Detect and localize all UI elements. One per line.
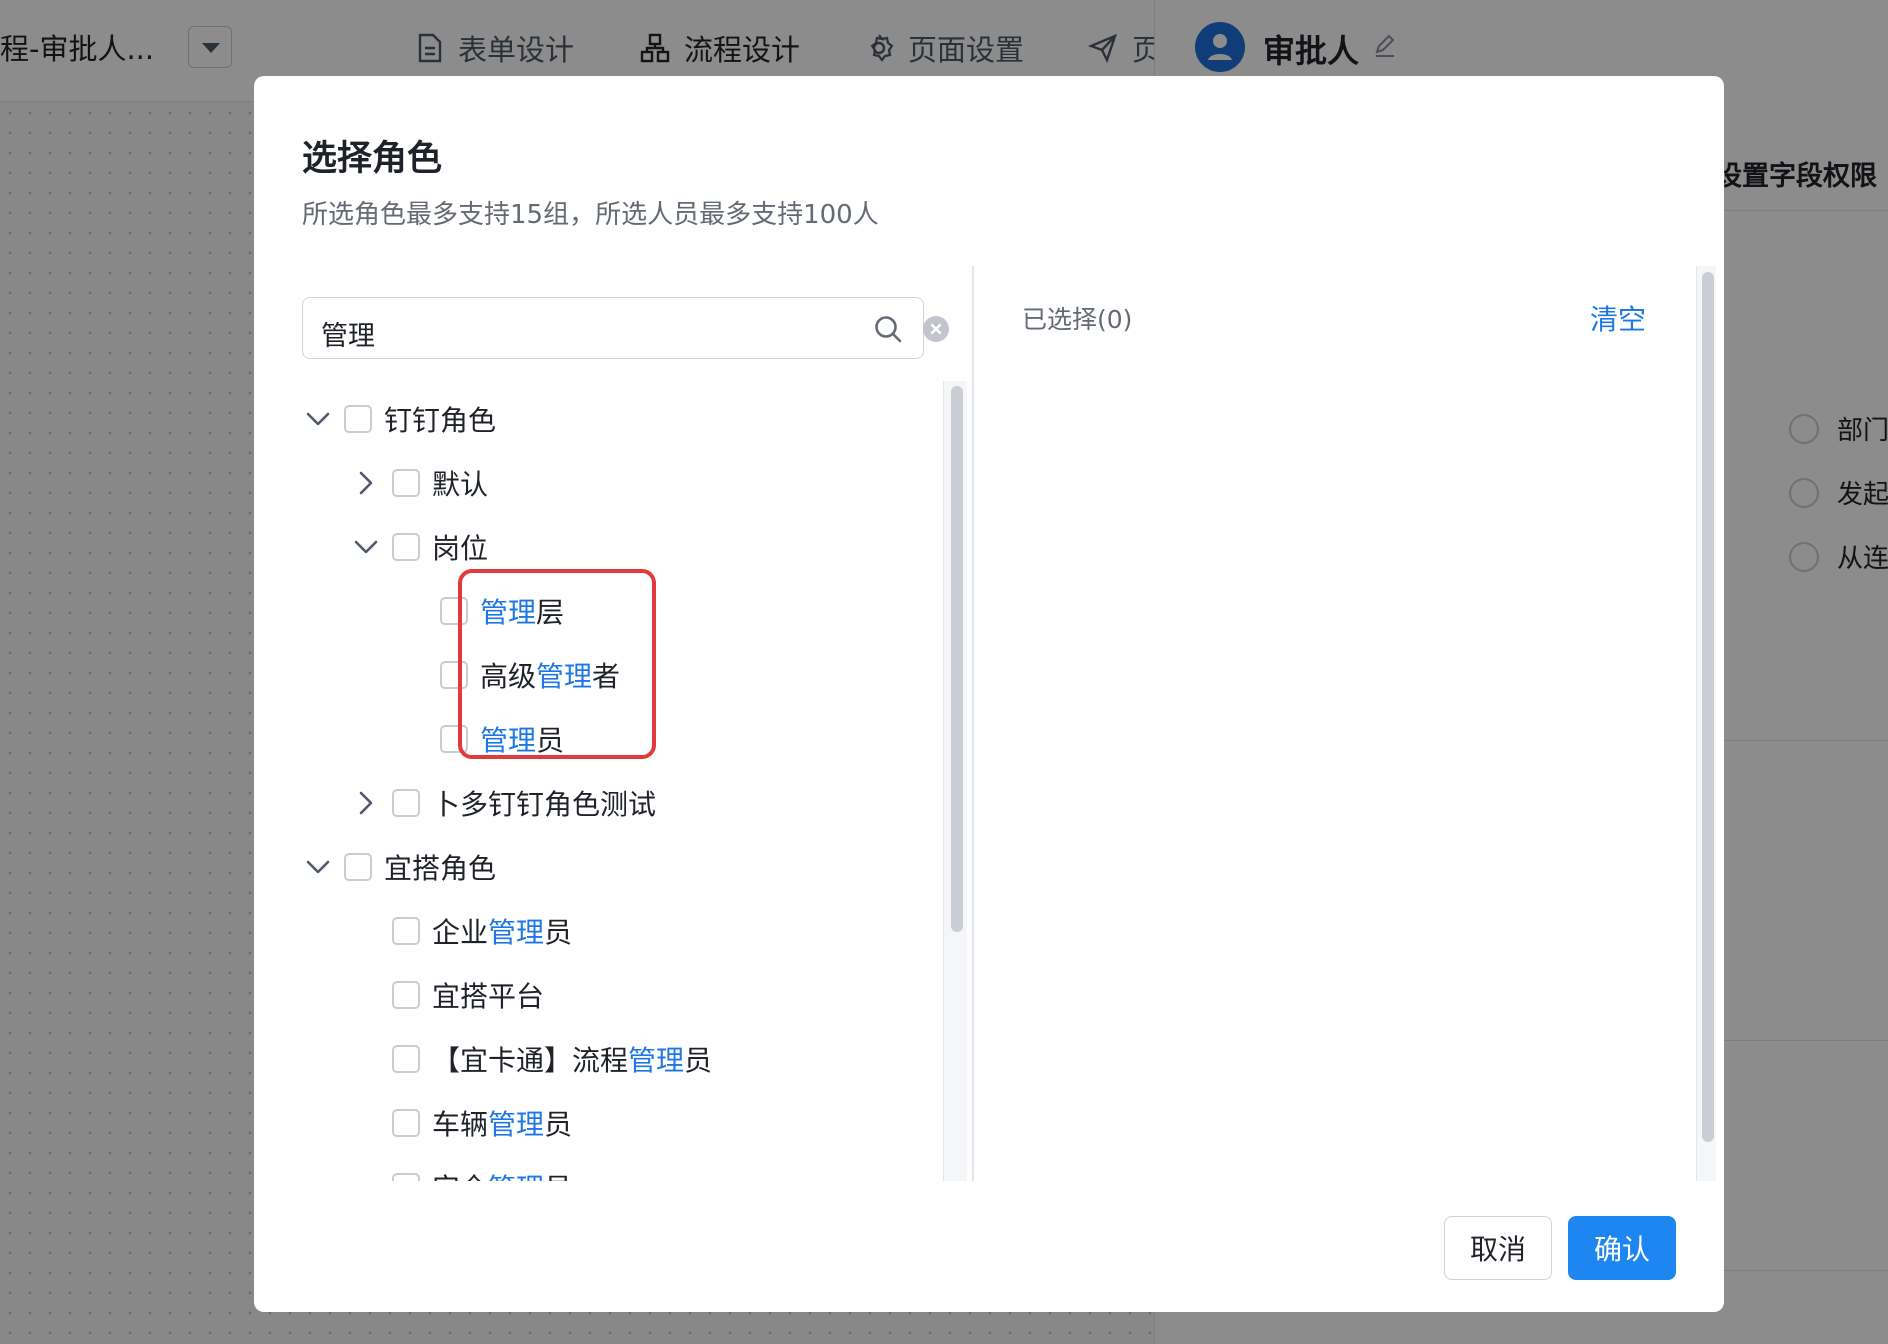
role-tree[interactable]: 钉钉角色 默认 岗位 管理层 高级管理者 管理员 卜多钉钉角色测试 宜搭角色 企业管理员 宜搭平台…: [302, 381, 982, 1181]
tree-node-checkbox[interactable]: [392, 469, 420, 497]
tree-node[interactable]: 默认: [350, 459, 488, 507]
panel-divider: [972, 266, 974, 1181]
tree-node-label: 钉钉角色: [384, 399, 496, 439]
search-icon[interactable]: [873, 314, 903, 344]
annotation-highlight-box: [458, 569, 656, 759]
tree-node-label: 【宜卡通】流程管理员: [432, 1039, 712, 1079]
search-match-text: 管理: [488, 916, 545, 949]
tree-node-checkbox[interactable]: [392, 789, 420, 817]
tree-node-checkbox[interactable]: [392, 981, 420, 1009]
chevron-right-icon[interactable]: [350, 787, 382, 819]
tree-node-label: 卜多钉钉角色测试: [432, 783, 656, 823]
label-text: 岗位: [432, 532, 489, 565]
label-text: 员: [684, 1044, 713, 1077]
tree-node-label: 宜搭平台: [432, 975, 544, 1015]
label-text: 默认: [432, 468, 489, 501]
dialog-subtitle: 所选角色最多支持15组，所选人员最多支持100人: [302, 200, 879, 230]
label-text: 卜多钉钉角色测试: [432, 788, 657, 821]
tree-spacer: [398, 659, 430, 691]
tree-node-label: 默认: [432, 463, 488, 503]
chevron-down-icon[interactable]: [302, 403, 334, 435]
tree-node-checkbox[interactable]: [392, 1173, 420, 1181]
select-role-dialog: 选择角色 所选角色最多支持15组，所选人员最多支持100人 管理 钉钉角色默认岗…: [254, 76, 1724, 1312]
role-search-input[interactable]: 管理: [302, 297, 949, 359]
tree-node-label: 岗位: [432, 527, 488, 567]
cancel-button[interactable]: 取消: [1444, 1216, 1552, 1280]
tree-node-checkbox[interactable]: [392, 1045, 420, 1073]
label-text: 【宜卡通】流程: [432, 1044, 629, 1077]
tree-spacer: [398, 723, 430, 755]
tree-spacer: [350, 1043, 382, 1075]
tree-node[interactable]: 【宜卡通】流程管理员: [350, 1035, 712, 1083]
clear-search-icon[interactable]: [923, 316, 949, 342]
tree-node[interactable]: 企业管理员: [350, 907, 572, 955]
tree-node-label: 车辆管理员: [432, 1103, 572, 1143]
tree-node-checkbox[interactable]: [344, 853, 372, 881]
tree-node-checkbox[interactable]: [344, 405, 372, 433]
tree-spacer: [350, 915, 382, 947]
label-text: 员: [544, 1172, 572, 1181]
tree-node[interactable]: 车辆管理员: [350, 1099, 572, 1147]
tree-node[interactable]: 卜多钉钉角色测试: [350, 779, 656, 827]
tree-node-checkbox[interactable]: [392, 533, 420, 561]
clear-selection-link[interactable]: 清空: [1590, 298, 1646, 338]
search-match-text: 管理: [488, 1108, 545, 1141]
dialog-title: 选择角色: [302, 139, 443, 179]
chevron-down-icon[interactable]: [350, 531, 382, 563]
tree-node-label: 宜搭角色: [384, 847, 496, 887]
tree-node[interactable]: 宜搭平台: [350, 971, 544, 1019]
tree-node-label: 安全管理员: [432, 1167, 572, 1181]
tree-node-checkbox[interactable]: [392, 917, 420, 945]
tree-node-checkbox[interactable]: [392, 1109, 420, 1137]
tree-node[interactable]: 宜搭角色: [302, 843, 496, 891]
tree-spacer: [350, 979, 382, 1011]
tree-node[interactable]: 钉钉角色: [302, 395, 496, 443]
chevron-right-icon[interactable]: [350, 467, 382, 499]
tree-node-label: 企业管理员: [432, 911, 572, 951]
chevron-down-icon[interactable]: [302, 851, 334, 883]
label-text: 宜搭角色: [384, 852, 497, 885]
label-text: 企业: [432, 916, 489, 949]
label-text: 钉钉角色: [384, 404, 497, 437]
tree-spacer: [350, 1107, 382, 1139]
search-match-text: 管理: [628, 1044, 685, 1077]
label-text: 员: [544, 916, 573, 949]
label-text: 员: [544, 1108, 573, 1141]
label-text: 宜搭平台: [432, 980, 545, 1013]
confirm-button[interactable]: 确认: [1568, 1216, 1676, 1280]
label-text: 车辆: [432, 1108, 489, 1141]
tree-spacer: [350, 1171, 382, 1181]
search-match-text: 管理: [488, 1172, 544, 1181]
search-value[interactable]: 管理: [321, 314, 375, 353]
tree-node[interactable]: 安全管理员: [350, 1163, 572, 1181]
selected-scrollbar-thumb[interactable]: [1702, 272, 1714, 1142]
tree-node[interactable]: 岗位: [350, 523, 488, 571]
label-text: 安全: [432, 1172, 488, 1181]
selected-count: 已选择(0): [1022, 305, 1133, 334]
tree-spacer: [398, 595, 430, 627]
tree-scrollbar-thumb[interactable]: [951, 386, 963, 932]
